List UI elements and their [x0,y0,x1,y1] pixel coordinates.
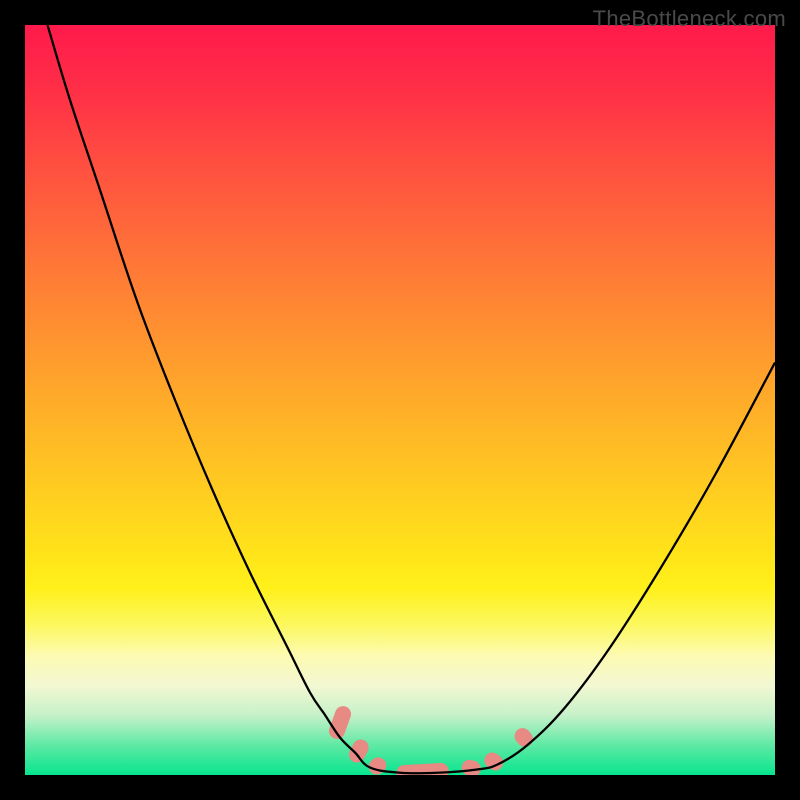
chart-svg [25,25,775,775]
marker-layer [327,704,536,775]
right-marker-2 [511,725,536,750]
outer-frame: TheBottleneck.com [0,0,800,800]
bottleneck-curve [48,25,776,773]
watermark-text: TheBottleneck.com [593,6,786,32]
plot-area [25,25,775,775]
curve-layer [48,25,776,773]
floor-marker-3 [460,758,483,775]
left-marker-2 [346,737,371,766]
